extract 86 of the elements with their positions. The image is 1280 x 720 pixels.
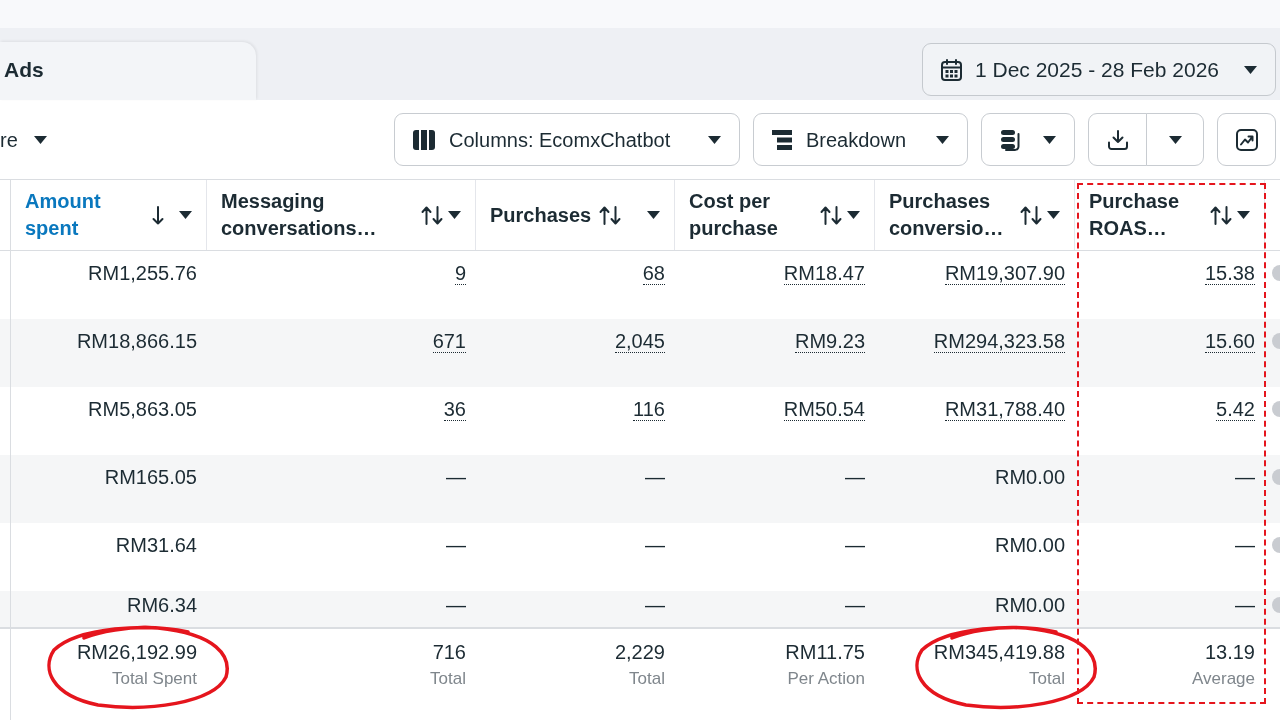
cell-link[interactable]: RM294,323.58 <box>933 331 1065 353</box>
column-header[interactable]: Amount spent <box>25 188 144 242</box>
total-label: Total Spent <box>111 668 197 690</box>
table-cell: RM18,866.15 <box>76 331 197 353</box>
sort-icon[interactable] <box>1210 205 1232 225</box>
caret-icon <box>936 135 949 144</box>
table-cell: RM165.05 <box>104 467 197 489</box>
cell-link[interactable]: RM9.23 <box>794 331 865 353</box>
columns-icon <box>413 129 435 150</box>
cell-link[interactable]: 116 <box>633 399 665 421</box>
cell-link[interactable]: 68 <box>642 263 665 285</box>
cell-link[interactable]: 2,045 <box>614 331 665 353</box>
caret-icon <box>1043 135 1056 144</box>
cell-link[interactable]: 15.38 <box>1204 263 1255 285</box>
chart-button[interactable] <box>1217 113 1276 166</box>
table-cell: — <box>845 467 865 489</box>
cell-link[interactable]: 9 <box>454 263 466 285</box>
cell-link[interactable]: 671 <box>432 331 466 353</box>
caret-icon <box>33 135 47 144</box>
caret-icon <box>708 135 721 144</box>
chart-icon <box>1235 128 1258 151</box>
cell-link[interactable]: RM50.54 <box>783 399 865 421</box>
sort-icon[interactable] <box>599 205 622 225</box>
sort-icon[interactable] <box>1020 205 1042 225</box>
table-cell: RM0.00 <box>994 467 1065 489</box>
total-value: 2,229 <box>614 641 665 664</box>
caret-icon[interactable] <box>1047 211 1060 219</box>
breakdown-button[interactable]: Breakdown <box>753 113 968 166</box>
table-cell: — <box>446 535 466 557</box>
caret-icon[interactable] <box>847 211 860 219</box>
table-cell: RM1,255.76 <box>88 263 197 285</box>
table-cell: — <box>645 595 665 617</box>
download-button[interactable] <box>1088 113 1147 166</box>
table-cell: RM31.64 <box>115 535 197 557</box>
total-label: Total <box>1029 668 1065 690</box>
stack-icon <box>1000 128 1022 151</box>
dropdown-button[interactable]: re <box>0 124 47 155</box>
table-cell: — <box>845 535 865 557</box>
bars-icon <box>772 129 792 150</box>
cell-link[interactable]: RM19,307.90 <box>944 263 1065 285</box>
caret-icon <box>1168 135 1182 144</box>
table-cell: — <box>446 595 466 617</box>
sort-icon[interactable] <box>421 205 443 225</box>
calendar-icon <box>941 58 962 81</box>
columns-button[interactable]: Columns: EcomxChatbot <box>394 113 740 166</box>
arrow-down-icon[interactable] <box>152 205 164 225</box>
table-cell: RM0.00 <box>994 595 1065 617</box>
table-cell: — <box>645 535 665 557</box>
caret-icon <box>1244 65 1257 74</box>
column-header[interactable]: Purchases conversio… <box>889 188 1012 242</box>
table-cell: — <box>446 467 466 489</box>
table-cell: — <box>1235 595 1255 617</box>
caret-icon[interactable] <box>179 211 192 219</box>
total-label: Total <box>629 668 665 690</box>
total-value: RM11.75 <box>785 641 865 664</box>
total-value: 13.19 <box>1204 641 1255 664</box>
column-header[interactable]: Cost per purchase <box>689 188 812 242</box>
table-cell: RM6.34 <box>126 595 197 617</box>
cell-link[interactable]: 36 <box>443 399 466 421</box>
total-label: Per Action <box>787 668 865 690</box>
table-cell: — <box>1235 467 1255 489</box>
table-cell: — <box>1235 535 1255 557</box>
stack-button[interactable] <box>981 113 1075 166</box>
total-label: Total <box>430 668 466 690</box>
table-cell: — <box>645 467 665 489</box>
cell-link[interactable]: RM31,788.40 <box>944 399 1065 421</box>
total-value: RM345,419.88 <box>933 641 1065 664</box>
date-range-button[interactable]: 1 Dec 2025 - 28 Feb 2026 <box>922 43 1276 96</box>
download-icon <box>1107 129 1128 150</box>
caret-icon[interactable] <box>1237 211 1250 219</box>
cell-link[interactable]: 15.60 <box>1204 331 1255 353</box>
total-value: RM26,192.99 <box>76 641 197 664</box>
total-label: Average <box>1192 668 1255 690</box>
sort-icon[interactable] <box>820 205 842 225</box>
tab[interactable]: Ads <box>0 42 256 100</box>
table-cell: RM0.00 <box>994 535 1065 557</box>
column-header[interactable]: Purchase ROAS… <box>1089 188 1202 242</box>
table-cell: — <box>845 595 865 617</box>
caret-icon[interactable] <box>647 211 660 219</box>
column-header[interactable]: Messaging conversations… <box>221 188 413 242</box>
caret-icon[interactable] <box>448 211 461 219</box>
cell-link[interactable]: RM18.47 <box>783 263 865 285</box>
column-header[interactable]: Purchases <box>490 201 592 229</box>
table-cell: RM5,863.05 <box>88 399 197 421</box>
total-value: 716 <box>432 641 466 664</box>
cell-link[interactable]: 5.42 <box>1216 399 1255 421</box>
